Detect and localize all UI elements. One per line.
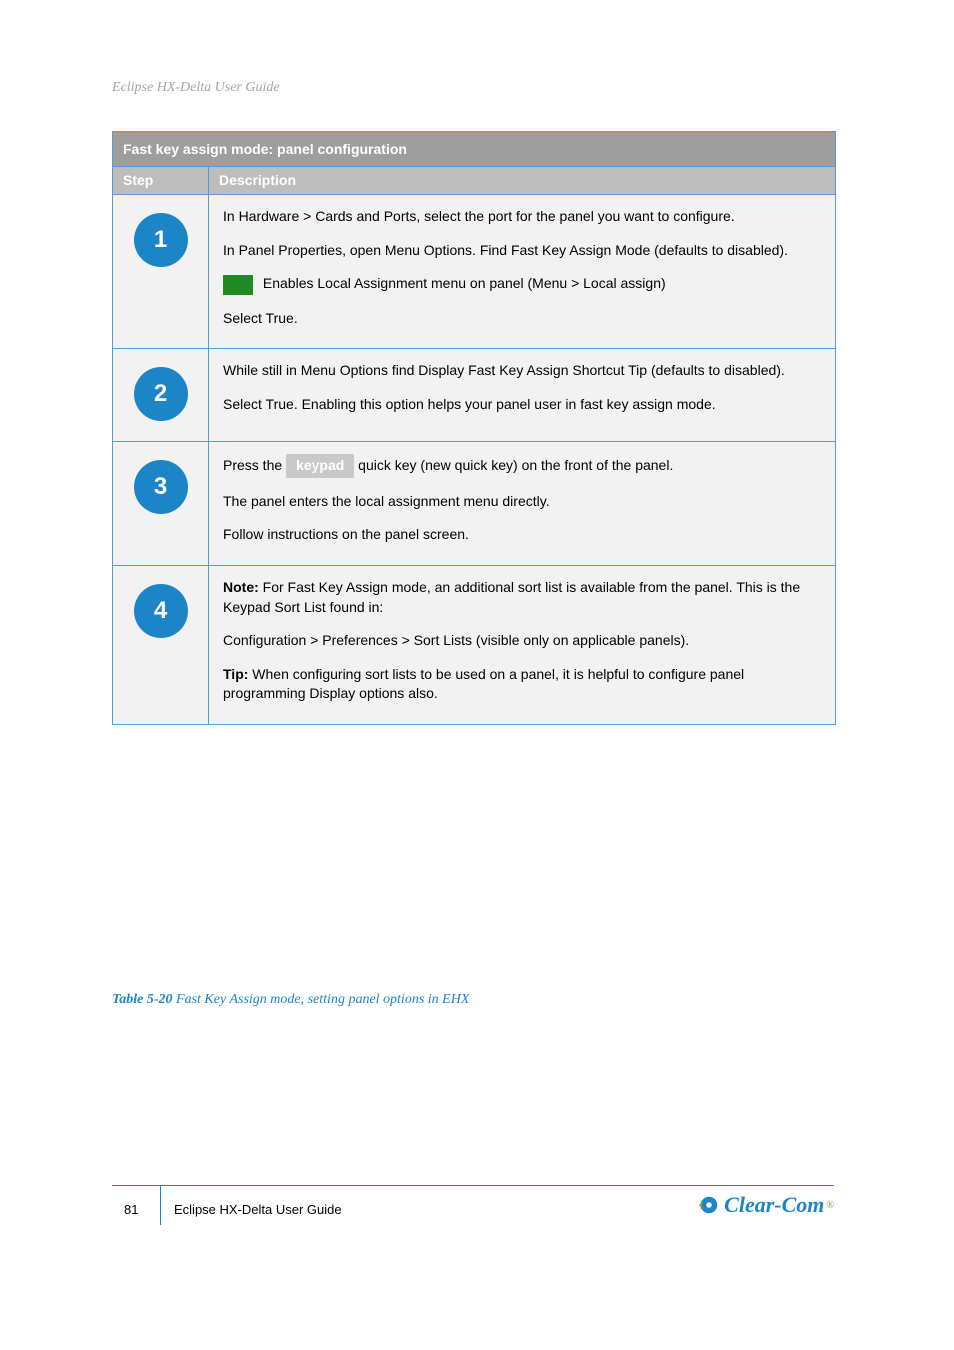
swatch-note-text: Enables Local Assignment menu on panel (… — [263, 275, 666, 291]
col-desc-header: Description — [209, 166, 836, 195]
step-text: Select True. Enabling this option helps … — [223, 395, 821, 415]
table-title: Fast key assign mode: panel configuratio… — [113, 132, 836, 167]
step-text: The panel enters the local assignment me… — [223, 492, 821, 512]
step-badge: 4 — [134, 584, 188, 638]
step-cell: 3 — [113, 442, 209, 566]
running-header: Eclipse HX-Delta User Guide — [112, 80, 834, 96]
brand-mark-icon — [698, 1194, 720, 1216]
table-caption: Table 5-20 Fast Key Assign mode, setting… — [112, 992, 469, 1008]
step-description: In Hardware > Cards and Ports, select th… — [209, 195, 836, 349]
step-description: Press the keypad quick key (new quick ke… — [209, 442, 836, 566]
step-badge: 3 — [134, 460, 188, 514]
step-cell: 2 — [113, 349, 209, 442]
step-badge: 1 — [134, 213, 188, 267]
step-text-before: Press the — [223, 457, 286, 473]
step-text: In Hardware > Cards and Ports, select th… — [223, 207, 821, 227]
step-note: Note: For Fast Key Assign mode, an addit… — [223, 578, 821, 617]
step-description: While still in Menu Options find Display… — [209, 349, 836, 442]
step-text: Configuration > Preferences > Sort Lists… — [223, 631, 821, 651]
step-description: Note: For Fast Key Assign mode, an addit… — [209, 566, 836, 725]
note-label: Note: — [223, 579, 259, 595]
step-cell: 4 — [113, 566, 209, 725]
note-text: For Fast Key Assign mode, an additional … — [223, 579, 800, 615]
registered-mark-icon: ® — [826, 1200, 834, 1211]
step-tip: Tip: When configuring sort lists to be u… — [223, 665, 821, 704]
step-text: While still in Menu Options find Display… — [223, 361, 821, 381]
green-swatch-icon — [223, 275, 253, 295]
footer-rule — [112, 1185, 834, 1186]
keypad-button-icon: keypad — [286, 454, 354, 478]
step-badge: 2 — [134, 367, 188, 421]
brand-logo: Clear-Com ® — [698, 1192, 834, 1218]
step-text-after: quick key (new quick key) on the front o… — [358, 457, 673, 473]
col-step-header: Step — [113, 166, 209, 195]
step-text: Select True. — [223, 309, 821, 329]
step-text: Press the keypad quick key (new quick ke… — [223, 454, 821, 478]
tip-label: Tip: — [223, 666, 248, 682]
tip-text: When configuring sort lists to be used o… — [223, 666, 744, 702]
footer-tick — [160, 1185, 161, 1225]
brand-wordmark: Clear-Com — [724, 1192, 824, 1218]
instruction-table: Fast key assign mode: panel configuratio… — [112, 131, 836, 725]
step-swatch-line: Enables Local Assignment menu on panel (… — [223, 274, 821, 294]
step-text: In Panel Properties, open Menu Options. … — [223, 241, 821, 261]
caption-id: Table 5-20 — [112, 992, 173, 1007]
caption-text: Fast Key Assign mode, setting panel opti… — [173, 992, 470, 1007]
step-cell: 1 — [113, 195, 209, 349]
footer-doc-title: Eclipse HX-Delta User Guide — [174, 1202, 342, 1217]
page-number: 81 — [124, 1202, 138, 1217]
step-text: Follow instructions on the panel screen. — [223, 525, 821, 545]
